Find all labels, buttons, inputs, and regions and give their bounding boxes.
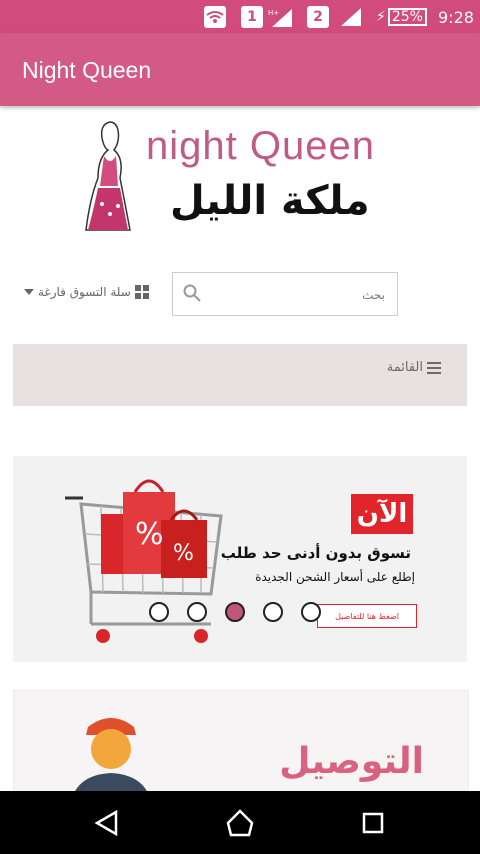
menu-label: القائمة bbox=[386, 360, 423, 375]
svg-text:%: % bbox=[173, 541, 194, 566]
carousel-dot[interactable] bbox=[149, 602, 169, 622]
svg-text:%: % bbox=[135, 517, 164, 552]
grid-icon bbox=[134, 285, 149, 299]
delivery-title: التوصيل bbox=[279, 741, 424, 782]
carousel-dot[interactable] bbox=[301, 602, 321, 622]
carousel-indicators bbox=[149, 602, 321, 622]
search-box[interactable] bbox=[172, 272, 398, 317]
details-button[interactable]: اضغط هنا للتفاصيل bbox=[317, 604, 417, 628]
menu-bar[interactable]: القائمة bbox=[13, 344, 467, 406]
sim1-badge: 1 bbox=[241, 6, 263, 28]
carousel-dot-active[interactable] bbox=[225, 602, 245, 622]
search-icon[interactable] bbox=[183, 284, 201, 302]
home-icon bbox=[226, 809, 254, 837]
recents-button[interactable] bbox=[355, 807, 391, 839]
cart-label: سلة التسوق فارغة bbox=[38, 285, 131, 299]
back-icon bbox=[94, 810, 118, 836]
now-badge: الآن bbox=[351, 494, 413, 534]
sim2-badge: 2 bbox=[307, 6, 329, 28]
promo-banner[interactable]: % % الآن تسوق بدون أدنى حد طلب إطلع على … bbox=[13, 456, 467, 662]
shopping-cart-illustration: % % bbox=[65, 479, 223, 643]
logo-arabic: ملكة الليل bbox=[170, 178, 370, 224]
signal-icon bbox=[338, 6, 362, 28]
dropdown-icon bbox=[24, 289, 34, 295]
carousel-dot[interactable] bbox=[263, 602, 283, 622]
menu-icon bbox=[427, 361, 441, 374]
svg-text:H+: H+ bbox=[268, 9, 279, 17]
wifi-icon bbox=[204, 6, 226, 28]
delivery-banner[interactable]: التوصيل bbox=[13, 690, 469, 802]
battery-icon: ⚡ 25% bbox=[376, 6, 427, 28]
back-button[interactable] bbox=[88, 807, 124, 839]
banner-subline: إطلع على أسعار الشحن الجديدة bbox=[255, 570, 415, 584]
clock: 9:28 bbox=[438, 7, 474, 27]
banner-headline: تسوق بدون أدنى حد طلب bbox=[220, 544, 411, 562]
home-button[interactable] bbox=[222, 807, 258, 839]
system-nav-bar bbox=[0, 791, 480, 854]
status-bar: 1 H+ 2 ⚡ 25% 9:28 bbox=[0, 0, 480, 33]
recents-icon bbox=[362, 812, 384, 834]
queen-figure-icon bbox=[85, 121, 131, 231]
delivery-man-illustration bbox=[71, 718, 151, 801]
app-title: Night Queen bbox=[22, 57, 152, 83]
app-bar: Night Queen bbox=[0, 33, 480, 106]
logo-english: night Queen bbox=[146, 124, 375, 168]
menu-toggle[interactable]: القائمة bbox=[387, 360, 441, 375]
battery-level: 25% bbox=[387, 8, 427, 26]
search-input[interactable] bbox=[203, 273, 387, 317]
cart-link[interactable]: سلة التسوق فارغة bbox=[24, 282, 149, 302]
carousel-dot[interactable] bbox=[187, 602, 207, 622]
signal-icon: H+ bbox=[268, 6, 292, 28]
site-logo[interactable]: night Queen ملكة الليل bbox=[80, 118, 410, 236]
